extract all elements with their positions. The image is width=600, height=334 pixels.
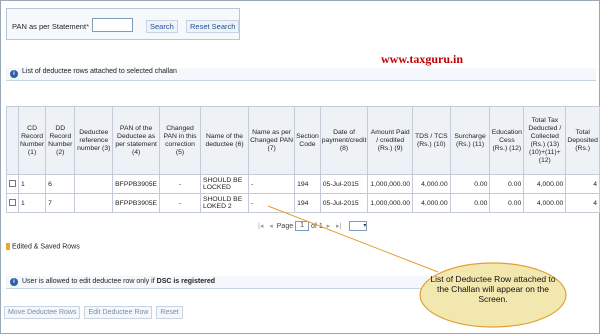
col-pan: PAN of the Deductee as per statement (4)	[112, 106, 161, 175]
action-buttons: Move Deductee Rows Edit Deductee Row Reset	[4, 306, 187, 319]
required-mark: *	[86, 22, 89, 31]
cell-changed-name: -	[248, 174, 296, 194]
cell-surcharge: 0.00	[449, 193, 491, 213]
row-checkbox[interactable]	[9, 198, 16, 206]
row-checkbox-cell[interactable]	[6, 193, 19, 213]
page-label: Page	[276, 222, 294, 230]
pan-search-label: PAN as per Statement*	[12, 22, 89, 31]
reset-search-button[interactable]: Reset Search	[186, 20, 240, 33]
legend-text: Edited & Saved Rows	[12, 243, 80, 251]
cell-total: 4,000.00	[523, 193, 567, 213]
col-tds: TDS / TCS (Rs.) (10)	[412, 106, 451, 175]
col-amount: Amount Paid / credited (Rs.) (9)	[367, 106, 414, 175]
prev-page-icon[interactable]: ◂	[269, 223, 273, 230]
col-select	[6, 106, 19, 175]
page-number-input[interactable]: 1	[295, 221, 310, 231]
reset-button[interactable]: Reset	[156, 306, 183, 319]
col-changed-pan: Changed PAN in this correction (5)	[159, 106, 201, 175]
cell-ref	[74, 174, 114, 194]
cell-dd: 6	[45, 174, 76, 194]
pan-search-label-text: PAN as per Statement	[12, 22, 87, 31]
cell-changed-pan: -	[159, 193, 201, 213]
table-row[interactable]: 1 7 BFPPB3905E - SHOULD BE LOKED 2 - 194…	[6, 193, 600, 213]
col-surcharge: Surcharge (Rs.) (11)	[449, 106, 491, 175]
row-checkbox-cell[interactable]	[6, 174, 19, 194]
cell-amount: 1,000,000.00	[367, 174, 414, 194]
note-text: User is allowed to edit deductee row onl…	[22, 278, 155, 285]
cell-deposited: 4	[565, 193, 600, 213]
cell-date: 05-Jul-2015	[319, 174, 369, 194]
edit-deductee-row-button[interactable]: Edit Deductee Row	[84, 306, 153, 319]
cell-date: 05-Jul-2015	[319, 193, 369, 213]
col-section: Section Code	[294, 106, 321, 175]
cell-changed-name: -	[248, 193, 296, 213]
col-deductee-name: Name of the deductee (6)	[199, 106, 250, 175]
rows-per-page-select[interactable]: ▾	[349, 221, 368, 231]
search-button[interactable]: Search	[146, 20, 178, 33]
cell-total: 4,000.00	[523, 174, 567, 194]
cell-changed-pan: -	[159, 174, 201, 194]
cell-deposited: 4	[565, 174, 600, 194]
info-bar-text: List of deductee rows attached to select…	[22, 68, 177, 75]
last-page-icon[interactable]: ▸|	[336, 223, 341, 230]
cell-section: 194	[294, 193, 321, 213]
cell-surcharge: 0.00	[449, 174, 491, 194]
edited-rows-legend: Edited & Saved Rows	[6, 243, 80, 250]
col-total-tax: Total Tax Deducted / Collected (Rs.) (13…	[523, 106, 567, 175]
col-date: Date of payment/credit (8)	[319, 106, 369, 175]
deductee-table: CD Record Number (1) DD Record Number (2…	[6, 106, 600, 213]
cell-cess: 0.00	[489, 193, 525, 213]
cell-tds: 4,000.00	[412, 193, 451, 213]
col-total-deposited: Total Deposited (Rs.)	[565, 106, 600, 175]
cell-cess: 0.00	[489, 174, 525, 194]
cell-cd: 1	[17, 193, 47, 213]
table-row[interactable]: 1 6 BFPPB3905E - SHOULD BE LOCKED - 194 …	[6, 174, 600, 194]
info-icon: i	[10, 70, 18, 78]
col-cess: Education Cess (Rs.) (12)	[489, 106, 525, 175]
col-cd-record: CD Record Number (1)	[17, 106, 47, 175]
cell-pan: BFPPB3905E	[112, 174, 161, 194]
dsc-note-bar: i User is allowed to edit deductee row on…	[6, 276, 436, 289]
cell-tds: 4,000.00	[412, 174, 451, 194]
cell-ref	[74, 193, 114, 213]
col-dd-record: DD Record Number (2)	[45, 106, 76, 175]
cell-name: SHOULD BE LOKED 2	[199, 193, 250, 213]
cell-amount: 1,000,000.00	[367, 193, 414, 213]
cell-pan: BFPPB3905E	[112, 193, 161, 213]
cell-section: 194	[294, 174, 321, 194]
col-deductee-ref: Deductee reference number (3)	[74, 106, 114, 175]
note-bold-text: DSC is registered	[156, 278, 215, 285]
pan-search-input[interactable]	[92, 18, 133, 32]
info-icon: i	[10, 278, 18, 286]
watermark: www.taxguru.in	[381, 52, 464, 66]
row-checkbox[interactable]	[9, 179, 16, 187]
callout-text: List of Deductee Row attached to the Cha…	[430, 274, 556, 304]
cell-dd: 7	[45, 193, 76, 213]
first-page-icon[interactable]: |◂	[258, 223, 263, 230]
cell-name: SHOULD BE LOCKED	[199, 174, 250, 194]
cell-cd: 1	[17, 174, 47, 194]
move-deductee-rows-button[interactable]: Move Deductee Rows	[4, 306, 81, 319]
deductee-list-info-bar: i List of deductee rows attached to selec…	[6, 68, 596, 81]
col-changed-name: Name as per Changed PAN (7)	[248, 106, 296, 175]
edited-rows-swatch	[6, 243, 10, 250]
table-header-row: CD Record Number (1) DD Record Number (2…	[6, 106, 600, 175]
